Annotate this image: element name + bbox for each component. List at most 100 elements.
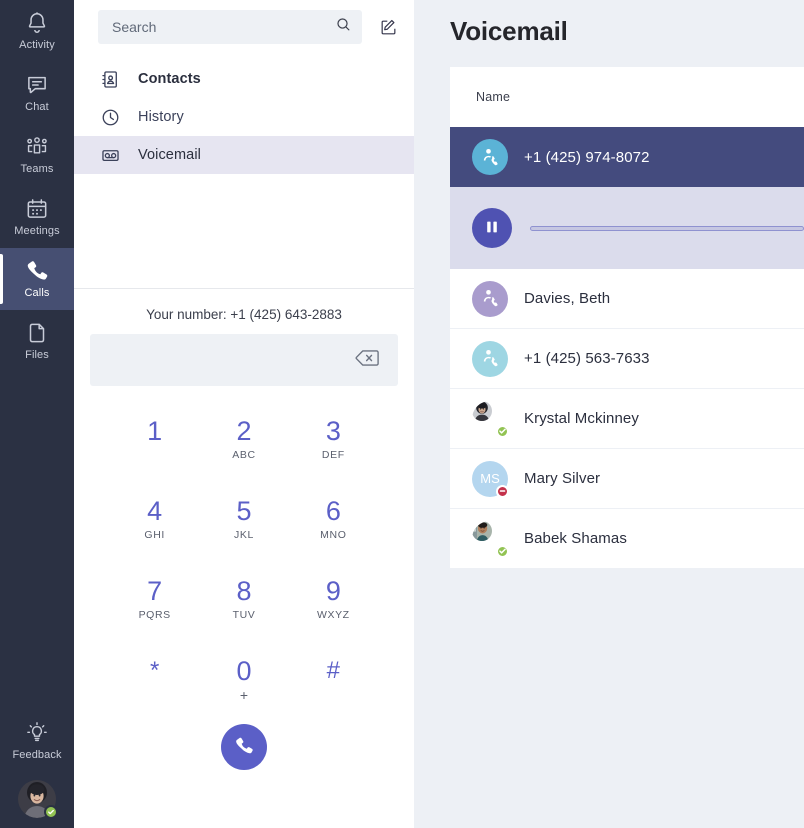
dial-input[interactable] (90, 334, 398, 386)
call-button[interactable] (221, 724, 267, 770)
table-header: Name (450, 67, 804, 127)
voicemail-table: Name +1 (425) 974-8072 Davies, Beth +1 (… (450, 67, 804, 569)
key-digit: 9 (325, 576, 341, 606)
person-call-icon (480, 287, 500, 310)
rail-item-label: Calls (24, 287, 50, 299)
key-digit: 3 (325, 416, 341, 446)
key-digit: 0 (236, 656, 252, 686)
rail-item-teams[interactable]: Teams (0, 124, 74, 186)
key-digit: 6 (325, 496, 341, 526)
key-digit: 1 (147, 416, 163, 446)
rail-item-activity[interactable]: Activity (0, 0, 74, 62)
presence-badge-available (496, 544, 509, 558)
table-row[interactable]: Babek Shamas (450, 509, 804, 569)
column-header-name: Name (476, 90, 511, 104)
calls-nav-list: Contacts History Voicemail (74, 54, 414, 174)
avatar (472, 520, 509, 558)
key-digit: 7 (147, 576, 163, 606)
pause-button[interactable] (472, 208, 512, 248)
dialpad-key-3[interactable]: 3 DEF (289, 408, 378, 480)
rail-item-label: Feedback (12, 749, 62, 761)
key-letters: TUV (232, 609, 256, 621)
search-placeholder: Search (112, 19, 157, 35)
person-call-icon (480, 146, 500, 169)
rail-item-label: Chat (25, 101, 49, 113)
clock-icon (100, 106, 122, 128)
dialpad-key-2[interactable]: 2 ABC (199, 408, 288, 480)
rail-item-feedback[interactable]: Feedback (0, 710, 74, 772)
dialpad-key-6[interactable]: 6 MNO (289, 488, 378, 560)
row-name: Davies, Beth (524, 290, 611, 307)
key-digit: 8 (236, 576, 252, 606)
search-row: Search (74, 0, 414, 54)
presence-badge-available (44, 805, 58, 819)
sidebar-item-label: History (138, 109, 184, 125)
table-row[interactable]: MS Mary Silver (450, 449, 804, 509)
rail-item-chat[interactable]: Chat (0, 62, 74, 124)
rail-item-label: Files (25, 349, 49, 361)
sidebar-item-history[interactable]: History (74, 98, 414, 136)
sidebar-item-label: Voicemail (138, 147, 201, 163)
call-button-wrap (74, 724, 414, 770)
dialpad-key-9[interactable]: 9 WXYZ (289, 568, 378, 640)
phone-icon (233, 735, 255, 760)
bell-icon (24, 10, 50, 36)
avatar (472, 400, 509, 438)
avatar-initials: MS (480, 471, 500, 486)
dialpad-key-5[interactable]: 5 JKL (199, 488, 288, 560)
dialpad-key-0[interactable]: 0 + (199, 648, 288, 720)
table-row[interactable]: +1 (425) 974-8072 (450, 127, 804, 187)
dialpad-key-4[interactable]: 4 GHI (110, 488, 199, 560)
rail-item-label: Meetings (14, 225, 60, 237)
search-icon[interactable] (335, 16, 352, 38)
row-name: +1 (425) 563-7633 (524, 350, 650, 367)
row-name: Babek Shamas (524, 530, 627, 547)
dialpad-key-7[interactable]: 7 PQRS (110, 568, 199, 640)
table-row[interactable]: Krystal Mckinney (450, 389, 804, 449)
sidebar-item-contacts[interactable]: Contacts (74, 60, 414, 98)
sidebar-item-voicemail[interactable]: Voicemail (74, 136, 414, 174)
key-letters: MNO (320, 529, 347, 541)
voicemail-panel: Voicemail Name +1 (425) 974-8072 Davies,… (414, 0, 804, 828)
key-letters: DEF (321, 449, 345, 461)
rail-item-files[interactable]: Files (0, 310, 74, 372)
rail-item-calls[interactable]: Calls (0, 248, 74, 310)
calls-left-panel: Search Contacts History Voicemail Your n… (74, 0, 414, 828)
search-input[interactable]: Search (98, 10, 362, 44)
contacts-icon (100, 68, 122, 90)
lightbulb-icon (24, 720, 50, 746)
compose-icon[interactable] (374, 13, 402, 41)
playback-scrubber[interactable] (530, 225, 804, 231)
avatar (472, 340, 508, 377)
key-letters: GHI (144, 529, 165, 541)
rail-item-meetings[interactable]: Meetings (0, 186, 74, 248)
rail-item-label: Activity (19, 39, 55, 51)
avatar (472, 139, 508, 175)
rail-item-label: Teams (20, 163, 54, 175)
avatar[interactable] (18, 780, 58, 819)
teams-calls-window: Activity Chat Teams Meetings Calls Files… (0, 0, 804, 828)
table-row[interactable]: +1 (425) 563-7633 (450, 329, 804, 389)
key-digit: 5 (236, 496, 252, 526)
phone-icon (24, 258, 50, 284)
row-name: Mary Silver (524, 470, 601, 487)
dialpad-key-star[interactable]: * (110, 648, 199, 720)
teams-icon (24, 134, 50, 160)
dialpad-key-1[interactable]: 1 (110, 408, 199, 480)
key-letters: PQRS (138, 609, 171, 621)
key-letters: WXYZ (316, 609, 350, 621)
app-rail: Activity Chat Teams Meetings Calls Files… (0, 0, 74, 828)
dialpad-key-hash[interactable]: # (289, 648, 378, 720)
key-digit: # (326, 657, 340, 684)
table-row[interactable]: Davies, Beth (450, 269, 804, 329)
pause-icon (484, 219, 500, 238)
page-title: Voicemail (450, 16, 568, 46)
chat-icon (24, 72, 50, 98)
backspace-icon[interactable] (354, 348, 380, 373)
key-digit: 4 (147, 496, 163, 526)
sidebar-item-label: Contacts (138, 71, 201, 87)
dialpad-key-8[interactable]: 8 TUV (199, 568, 288, 640)
person-call-icon (480, 347, 500, 370)
presence-badge-busy (496, 484, 509, 498)
key-letters: JKL (234, 529, 254, 541)
